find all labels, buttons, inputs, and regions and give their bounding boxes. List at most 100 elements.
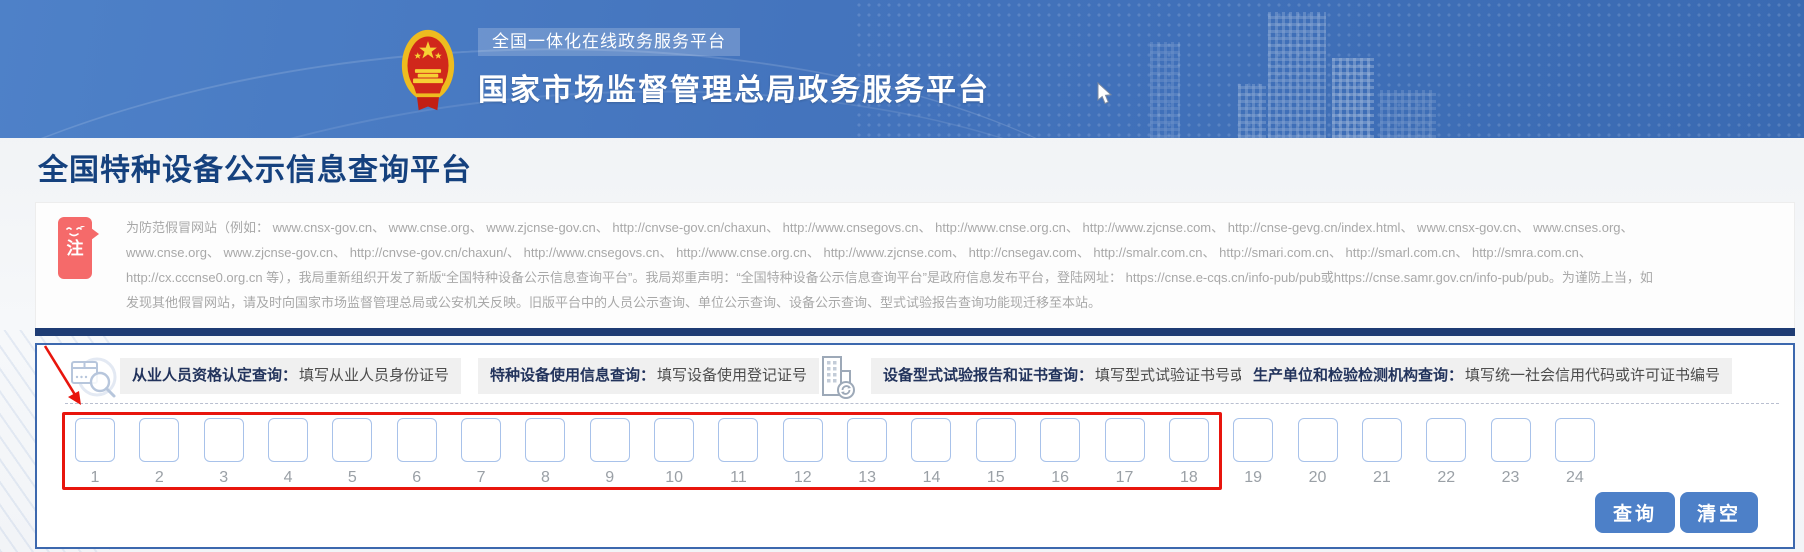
char-input-box-23[interactable] bbox=[1491, 418, 1531, 462]
clear-button[interactable]: 清空 bbox=[1680, 492, 1758, 533]
header-building-decoration bbox=[1332, 58, 1374, 138]
notice-line: http://cx.cccnse0.org.cn 等），我局重新组织开发了新版“… bbox=[126, 265, 1776, 290]
hint-label: 生产单位和检验检测机构查询： bbox=[1253, 367, 1463, 384]
char-input-box-24[interactable] bbox=[1555, 418, 1595, 462]
char-box-number: 10 bbox=[654, 469, 694, 487]
search-panel: 从业人员资格认定查询：填写从业人员身份证号 特种设备使用信息查询：填写设备使用登… bbox=[35, 343, 1795, 549]
header-building-decoration bbox=[1380, 90, 1436, 138]
hint-value: 填写从业人员身份证号 bbox=[299, 367, 449, 384]
char-box-number: 19 bbox=[1233, 469, 1273, 487]
char-input-box-2[interactable] bbox=[139, 418, 179, 462]
header-building-decoration bbox=[1150, 42, 1180, 138]
header-building-decoration bbox=[1238, 84, 1266, 138]
char-cell: 16 bbox=[1040, 418, 1080, 487]
char-box-number: 23 bbox=[1491, 469, 1531, 487]
package-search-icon bbox=[67, 353, 119, 399]
char-box-number: 13 bbox=[847, 469, 887, 487]
char-input-box-14[interactable] bbox=[911, 418, 951, 462]
char-input-box-7[interactable] bbox=[461, 418, 501, 462]
char-cell: 9 bbox=[590, 418, 630, 487]
char-box-number: 2 bbox=[139, 469, 179, 487]
hint-equipment-use-query: 特种设备使用信息查询：填写设备使用登记证号 bbox=[478, 358, 819, 394]
char-box-number: 20 bbox=[1298, 469, 1338, 487]
char-input-box-22[interactable] bbox=[1426, 418, 1466, 462]
char-box-number: 3 bbox=[204, 469, 244, 487]
char-cell: 20 bbox=[1298, 418, 1338, 487]
query-button[interactable]: 查询 bbox=[1595, 492, 1675, 533]
char-input-box-1[interactable] bbox=[75, 418, 115, 462]
char-box-number: 4 bbox=[268, 469, 308, 487]
char-cell: 13 bbox=[847, 418, 887, 487]
wink-face-icon bbox=[65, 226, 85, 238]
anti-fraud-notice: 注 为防范假冒网站（例如： www.cnsx-gov.cn、 www.cnse.… bbox=[35, 202, 1795, 328]
hint-personnel-query: 从业人员资格认定查询：填写从业人员身份证号 bbox=[120, 358, 461, 394]
char-cell: 10 bbox=[654, 418, 694, 487]
char-cell: 21 bbox=[1362, 418, 1402, 487]
char-input-box-12[interactable] bbox=[783, 418, 823, 462]
char-box-number: 18 bbox=[1169, 469, 1209, 487]
char-input-box-18[interactable] bbox=[1169, 418, 1209, 462]
char-cell: 17 bbox=[1105, 418, 1145, 487]
page-title: 全国特种设备公示信息查询平台 bbox=[38, 145, 472, 189]
char-box-number: 22 bbox=[1426, 469, 1466, 487]
char-box-number: 5 bbox=[332, 469, 372, 487]
char-input-box-17[interactable] bbox=[1105, 418, 1145, 462]
char-input-box-19[interactable] bbox=[1233, 418, 1273, 462]
dashed-divider bbox=[65, 403, 1779, 404]
char-cell: 22 bbox=[1426, 418, 1466, 487]
hint-label: 设备型式试验报告和证书查询： bbox=[883, 367, 1093, 384]
char-box-number: 16 bbox=[1040, 469, 1080, 487]
hint-value: 填写统一社会信用代码或许可证书编号 bbox=[1465, 367, 1720, 384]
char-box-number: 6 bbox=[397, 469, 437, 487]
char-input-box-3[interactable] bbox=[204, 418, 244, 462]
char-cell: 19 bbox=[1233, 418, 1273, 487]
char-cell: 18 bbox=[1169, 418, 1209, 487]
notice-line: 发现其他假冒网站，请及时向国家市场监督管理总局或公安机关反映。旧版平台中的人员公… bbox=[126, 290, 1776, 315]
hint-label: 从业人员资格认定查询： bbox=[132, 367, 297, 384]
char-cell: 7 bbox=[461, 418, 501, 487]
notice-line: 为防范假冒网站（例如： www.cnsx-gov.cn、 www.cnse.or… bbox=[126, 215, 1776, 240]
mouse-cursor bbox=[1097, 82, 1114, 106]
char-box-number: 24 bbox=[1555, 469, 1595, 487]
header-subtitle: 全国一体化在线政务服务平台 bbox=[478, 28, 740, 56]
char-input-box-5[interactable] bbox=[332, 418, 372, 462]
char-cell: 23 bbox=[1491, 418, 1531, 487]
char-input-box-9[interactable] bbox=[590, 418, 630, 462]
char-input-box-8[interactable] bbox=[525, 418, 565, 462]
char-box-number: 7 bbox=[461, 469, 501, 487]
char-input-box-10[interactable] bbox=[654, 418, 694, 462]
char-box-number: 15 bbox=[976, 469, 1016, 487]
char-cell: 5 bbox=[332, 418, 372, 487]
notice-line: www.cnse.org、 www.zjcnse-gov.cn、 http://… bbox=[126, 240, 1776, 265]
char-cell: 15 bbox=[976, 418, 1016, 487]
char-input-box-15[interactable] bbox=[976, 418, 1016, 462]
char-box-number: 12 bbox=[783, 469, 823, 487]
char-input-box-21[interactable] bbox=[1362, 418, 1402, 462]
char-input-row: 123456789101112131415161718192021222324 bbox=[75, 418, 1595, 487]
char-cell: 12 bbox=[783, 418, 823, 487]
char-input-box-4[interactable] bbox=[268, 418, 308, 462]
notice-badge-label: 注 bbox=[58, 238, 92, 260]
header-title: 国家市场监督管理总局政务服务平台 bbox=[478, 65, 990, 109]
site-header: 全国一体化在线政务服务平台 国家市场监督管理总局政务服务平台 bbox=[0, 0, 1804, 138]
char-cell: 8 bbox=[525, 418, 565, 487]
char-cell: 2 bbox=[139, 418, 179, 487]
char-box-number: 21 bbox=[1362, 469, 1402, 487]
char-box-number: 1 bbox=[75, 469, 115, 487]
char-input-box-6[interactable] bbox=[397, 418, 437, 462]
header-building-decoration bbox=[1268, 12, 1326, 138]
char-input-box-13[interactable] bbox=[847, 418, 887, 462]
char-input-box-20[interactable] bbox=[1298, 418, 1338, 462]
header-halftone-decoration bbox=[854, 0, 1804, 138]
hint-value: 填写设备使用登记证号 bbox=[657, 367, 807, 384]
char-cell: 24 bbox=[1555, 418, 1595, 487]
char-input-box-11[interactable] bbox=[718, 418, 758, 462]
page: { "header": { "subtitle": "全国一体化在线政务服务平台… bbox=[0, 0, 1804, 552]
char-cell: 14 bbox=[911, 418, 951, 487]
char-cell: 11 bbox=[718, 418, 758, 487]
char-input-box-16[interactable] bbox=[1040, 418, 1080, 462]
char-box-number: 11 bbox=[718, 469, 758, 487]
china-national-emblem-logo bbox=[400, 28, 456, 114]
notice-text: 为防范假冒网站（例如： www.cnsx-gov.cn、 www.cnse.or… bbox=[126, 215, 1776, 315]
char-box-number: 14 bbox=[911, 469, 951, 487]
